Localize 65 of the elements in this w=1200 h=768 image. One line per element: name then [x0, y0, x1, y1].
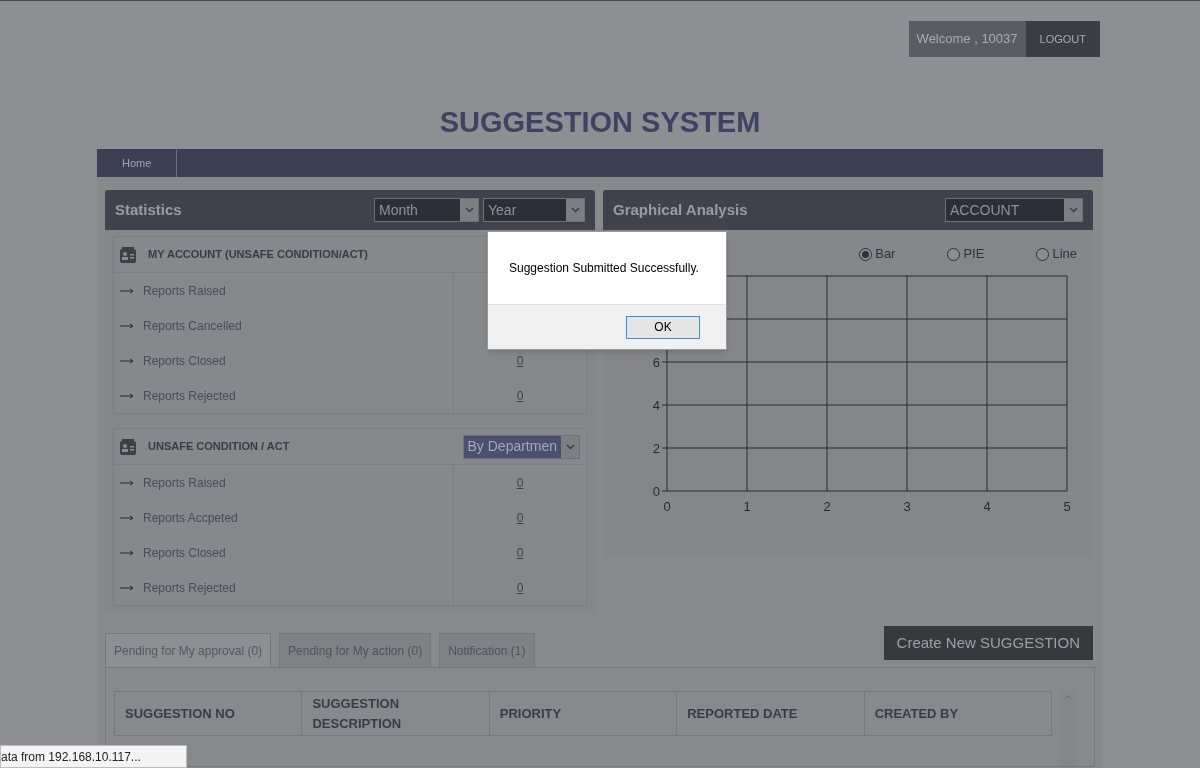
contact-card-icon [120, 246, 136, 263]
year-dropdown[interactable]: Year [483, 198, 585, 222]
column-header: PRIORITY [489, 692, 678, 735]
arrow-icon [120, 479, 135, 486]
x-tick-label: 5 [1063, 499, 1071, 514]
report-label: Reports Closed [143, 352, 226, 370]
report-label: Reports Closed [143, 544, 226, 562]
report-label: Reports Cancelled [143, 317, 242, 335]
y-tick-label: 2 [652, 441, 660, 456]
y-tick-label: 0 [652, 484, 660, 499]
x-tick-label: 2 [823, 499, 831, 514]
dialog-message: Suggestion Submitted Successfully. [509, 260, 699, 277]
create-suggestion-button[interactable]: Create New SUGGESTION [883, 626, 1093, 660]
logout-button[interactable]: LOGOUT [1025, 21, 1100, 57]
report-count-link[interactable]: 0 [516, 351, 524, 370]
account-dropdown[interactable]: ACCOUNT [945, 198, 1083, 222]
radio-button[interactable] [947, 247, 961, 261]
arrow-icon [120, 392, 135, 399]
ok-button[interactable]: OK [626, 315, 700, 339]
caret-icon [1068, 207, 1078, 213]
scrollbar[interactable] [1060, 691, 1076, 766]
report-label: Reports Raised [143, 474, 226, 492]
panel-title: Graphical Analysis [613, 199, 749, 220]
section-title: UNSAFE CONDITION / ACT [148, 439, 290, 455]
x-tick-label: 4 [983, 499, 991, 514]
x-tick-label: 1 [743, 499, 751, 514]
department-dropdown[interactable]: By Departmen [462, 434, 580, 459]
column-header: REPORTED DATE [677, 692, 865, 735]
y-tick-label: 6 [652, 355, 660, 370]
page-title: SUGGESTION SYSTEM [438, 105, 762, 139]
report-count-link[interactable]: 0 [516, 543, 524, 562]
status-bar: ata from 192.168.10.117... [0, 745, 187, 768]
column-header: SUGGESTION DESCRIPTION [302, 692, 490, 735]
report-label: Reports Rejected [143, 387, 236, 405]
report-count-link[interactable]: 0 [516, 578, 524, 597]
arrow-icon [120, 357, 135, 364]
report-label: Reports Rejected [143, 579, 236, 597]
x-tick-label: 0 [663, 499, 671, 514]
radio-label: Line [1052, 245, 1077, 264]
radio-label: Bar [875, 245, 896, 264]
panel-title: Statistics [115, 199, 183, 220]
caret-icon [565, 443, 575, 450]
column-header: SUGGESTION NO [115, 692, 303, 735]
radio-label: PIE [963, 245, 985, 264]
radio-button[interactable] [859, 247, 873, 261]
column-header: CREATED BY [873, 704, 960, 723]
report-label: Reports Accpeted [143, 509, 238, 527]
y-tick-label: 4 [652, 398, 660, 413]
report-label: Reports Raised [143, 282, 226, 300]
arrow-icon [120, 322, 135, 329]
x-tick-label: 3 [903, 499, 911, 514]
arrow-icon [120, 514, 135, 521]
arrow-icon [120, 584, 135, 591]
report-count-link[interactable]: 0 [516, 508, 524, 527]
radio-button[interactable] [1036, 247, 1050, 261]
arrow-icon [120, 287, 135, 294]
report-count-link[interactable]: 0 [516, 473, 524, 492]
section-title: MY ACCOUNT (UNSAFE CONDITION/ACT) [148, 247, 368, 263]
welcome-label: Welcome , 10037 [908, 21, 1026, 57]
caret-icon [464, 207, 474, 213]
arrow-icon [120, 549, 135, 556]
contact-card-icon [120, 438, 136, 455]
report-count-link[interactable]: 0 [516, 386, 524, 405]
caret-icon [570, 207, 580, 213]
month-dropdown[interactable]: Month [374, 198, 479, 222]
